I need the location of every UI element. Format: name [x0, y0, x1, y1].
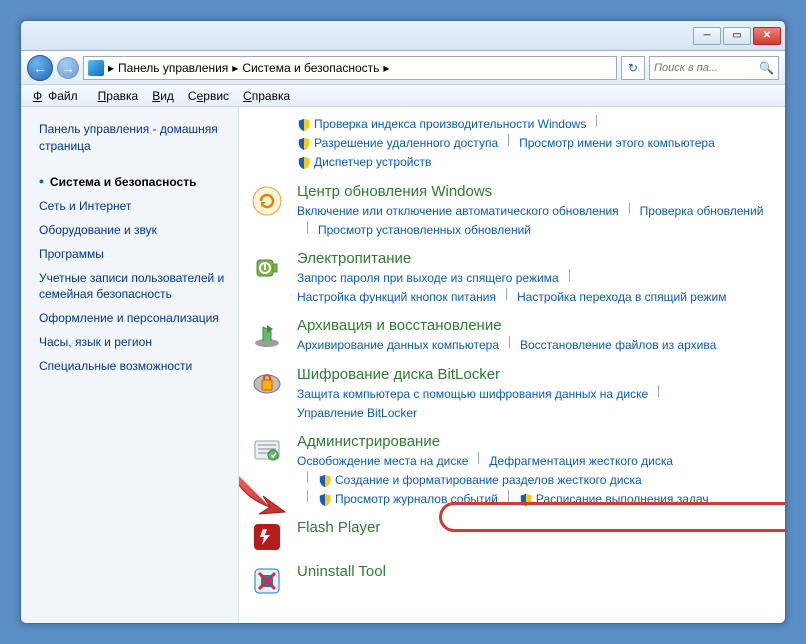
separator	[596, 115, 597, 127]
task-link[interactable]: Запрос пароля при выходе из спящего режи…	[297, 269, 559, 288]
category-title[interactable]: Flash Player	[297, 519, 769, 536]
window-body: Панель управления - домашняя страница Си…	[21, 107, 785, 623]
refresh-button[interactable]: ↻	[621, 56, 645, 80]
category-title[interactable]: Шифрование диска BitLocker	[297, 366, 769, 383]
close-button[interactable]: ✕	[753, 27, 781, 45]
update-icon	[249, 183, 285, 240]
menu-file[interactable]: ФФайл	[27, 87, 90, 105]
sidebar-home-link[interactable]: Панель управления - домашняя страница	[39, 121, 228, 155]
separator	[569, 269, 570, 281]
separator	[506, 288, 507, 300]
task-link[interactable]: Просмотр журналов событий	[318, 490, 498, 509]
task-link[interactable]: Просмотр установленных обновлений	[318, 221, 531, 240]
link-computer-name[interactable]: Просмотр имени этого компьютера	[519, 134, 715, 153]
task-link[interactable]: Защита компьютера с помощью шифрования д…	[297, 385, 648, 404]
menu-edit[interactable]: Правка	[92, 87, 145, 105]
separator	[307, 221, 308, 233]
separator	[478, 452, 479, 464]
task-link[interactable]: Включение или отключение автоматического…	[297, 202, 619, 221]
menubar: ФФайл Правка Вид Сервис Справка	[21, 85, 785, 107]
separator	[307, 490, 308, 502]
category-title[interactable]: Центр обновления Windows	[297, 183, 769, 200]
category-title[interactable]: Архивация и восстановление	[297, 317, 769, 334]
separator	[509, 336, 510, 348]
search-box[interactable]: 🔍	[649, 56, 779, 80]
breadcrumb-sep: ▸	[383, 61, 389, 75]
menu-tools[interactable]: Сервис	[182, 87, 235, 105]
content-area: Проверка индекса производительности Wind…	[239, 107, 785, 623]
control-panel-icon	[88, 60, 104, 76]
top-links-row: Проверка индекса производительности Wind…	[249, 115, 769, 173]
menu-help[interactable]: Справка	[237, 87, 296, 105]
admin-icon	[249, 433, 285, 510]
sidebar-item-appearance[interactable]: Оформление и персонализация	[39, 307, 228, 331]
nav-forward-button[interactable]: →	[57, 57, 79, 79]
task-link[interactable]: Освобождение места на диске	[297, 452, 468, 471]
category-title[interactable]: Электропитание	[297, 250, 769, 267]
category-section: Архивация и восстановление Архивирование …	[249, 317, 769, 355]
task-link[interactable]: Управление BitLocker	[297, 404, 417, 423]
separator	[629, 202, 630, 214]
separator	[658, 385, 659, 397]
bitlocker-icon	[249, 366, 285, 423]
uninstall-icon	[249, 563, 285, 597]
nav-back-button[interactable]: ←	[27, 55, 53, 81]
breadcrumb-sep: ▸	[108, 61, 114, 75]
separator	[307, 471, 308, 483]
titlebar: ─ ▭ ✕	[21, 21, 785, 51]
task-link[interactable]: Создание и форматирование разделов жестк…	[318, 471, 642, 490]
flash-icon	[249, 519, 285, 553]
breadcrumb-sep: ▸	[232, 61, 238, 75]
backup-icon	[249, 317, 285, 355]
category-section: Uninstall Tool	[249, 563, 769, 597]
task-link[interactable]: Архивирование данных компьютера	[297, 336, 499, 355]
address-bar[interactable]: ▸ Панель управления ▸ Система и безопасн…	[83, 56, 617, 80]
link-remote-access[interactable]: Разрешение удаленного доступа	[297, 134, 498, 153]
sidebar-item-network[interactable]: Сеть и Интернет	[39, 195, 228, 219]
maximize-button[interactable]: ▭	[723, 27, 751, 45]
search-input[interactable]	[654, 62, 755, 74]
task-link[interactable]: Настройка перехода в спящий режим	[517, 288, 726, 307]
category-section: Электропитание Запрос пароля при выходе и…	[249, 250, 769, 307]
spacer-icon	[249, 115, 285, 173]
category-section: Шифрование диска BitLocker Защита компьют…	[249, 366, 769, 423]
category-section: Администрирование Освобождение места на д…	[249, 433, 769, 510]
category-section: Flash Player	[249, 519, 769, 553]
task-link[interactable]: Настройка функций кнопок питания	[297, 288, 496, 307]
task-link[interactable]: Восстановление файлов из архива	[520, 336, 716, 355]
link-device-manager[interactable]: Диспетчер устройств	[297, 153, 431, 172]
task-link[interactable]: Дефрагментация жесткого диска	[489, 452, 673, 471]
sidebar-item-hardware[interactable]: Оборудование и звук	[39, 219, 228, 243]
navbar: ← → ▸ Панель управления ▸ Система и безо…	[21, 51, 785, 85]
sidebar-item-accessibility[interactable]: Специальные возможности	[39, 355, 228, 379]
sidebar: Панель управления - домашняя страница Си…	[21, 107, 239, 623]
sidebar-item-system-security[interactable]: Система и безопасность	[39, 169, 228, 196]
category-title[interactable]: Uninstall Tool	[297, 563, 769, 580]
search-icon: 🔍	[759, 61, 774, 75]
task-link[interactable]: Расписание выполнения задач	[519, 490, 709, 509]
breadcrumb-current[interactable]: Система и безопасность	[242, 61, 379, 75]
sidebar-item-programs[interactable]: Программы	[39, 243, 228, 267]
sidebar-item-accounts[interactable]: Учетные записи пользователей и семейная …	[39, 267, 228, 308]
control-panel-window: ─ ▭ ✕ ← → ▸ Панель управления ▸ Система …	[20, 20, 786, 624]
breadcrumb-root[interactable]: Панель управления	[118, 61, 228, 75]
link-perf-index[interactable]: Проверка индекса производительности Wind…	[297, 115, 586, 134]
sidebar-item-clock-lang[interactable]: Часы, язык и регион	[39, 331, 228, 355]
separator	[508, 134, 509, 146]
task-link[interactable]: Проверка обновлений	[640, 202, 764, 221]
menu-view[interactable]: Вид	[146, 87, 180, 105]
power-icon	[249, 250, 285, 307]
minimize-button[interactable]: ─	[693, 27, 721, 45]
separator	[508, 490, 509, 502]
category-title[interactable]: Администрирование	[297, 433, 769, 450]
category-section: Центр обновления Windows Включение или от…	[249, 183, 769, 240]
